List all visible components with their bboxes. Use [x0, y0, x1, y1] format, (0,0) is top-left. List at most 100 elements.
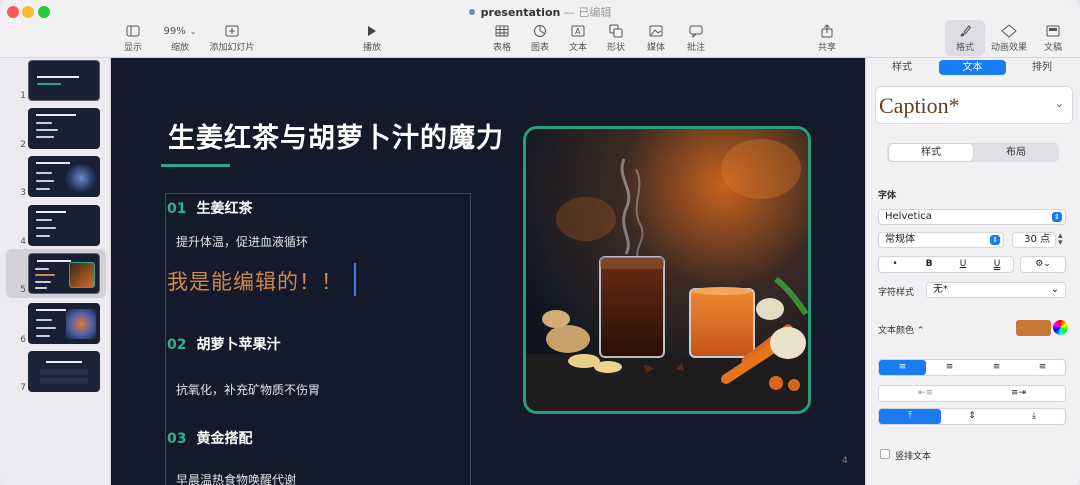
thumbnail-line	[36, 219, 52, 221]
thumbnail-title	[46, 361, 82, 363]
slide-number: 1	[20, 91, 26, 101]
table-button[interactable]: 表格	[490, 22, 514, 53]
align-bottom-icon[interactable]: ⤓	[1003, 409, 1065, 424]
animate-button[interactable]: 动画效果	[988, 22, 1030, 53]
text-options-button[interactable]: ⚙⌄	[1020, 256, 1066, 273]
thumbnail-title	[36, 309, 66, 311]
slide-thumbnail[interactable]	[28, 156, 100, 197]
share-label: 共享	[817, 43, 836, 53]
bold-button[interactable]: B	[913, 257, 945, 272]
add-slide-label: 添加幻灯片	[209, 43, 255, 53]
font-style-select[interactable]: 常规体 ⇕	[878, 232, 1004, 248]
thumbnail-line	[35, 281, 51, 283]
vertical-text-checkbox[interactable]	[880, 449, 890, 459]
table-icon	[490, 22, 514, 40]
tea-juice-photo[interactable]	[523, 126, 811, 414]
add-slide-button[interactable]: 添加幻灯片	[207, 22, 257, 53]
photo-illustration	[526, 129, 808, 411]
document-panel-icon	[1040, 22, 1066, 40]
tab-style[interactable]: 样式	[874, 60, 930, 75]
share-button[interactable]: 共享	[815, 22, 839, 53]
zoom-value: 99% ⌄	[163, 25, 197, 37]
alignment-buttons: ≡ ≡ ≡ ≡	[878, 359, 1066, 376]
slide-number: 6	[20, 335, 26, 345]
shape-button[interactable]: 形状	[604, 22, 628, 53]
thumbnail-line	[35, 274, 55, 276]
font-size-field[interactable]: 30 点	[1012, 232, 1056, 248]
slide-thumbnail[interactable]	[28, 60, 100, 101]
increase-indent-icon[interactable]: ≡⇥	[972, 386, 1065, 401]
font-size-stepper[interactable]: ▴ ▾	[1058, 232, 1063, 248]
chevron-updown-icon: ⇕	[1052, 212, 1062, 222]
font-family-value: Helvetica	[885, 211, 932, 222]
slide-thumbnail[interactable]	[28, 205, 100, 246]
zoom-dropdown[interactable]: 99% ⌄ 缩放	[160, 22, 200, 54]
media-button[interactable]: 媒体	[644, 22, 668, 53]
font-style-value: 常规体	[885, 234, 915, 245]
thumbnail-image	[69, 262, 95, 288]
underline-button[interactable]: U	[947, 257, 979, 272]
subtab-style[interactable]: 样式	[889, 144, 973, 161]
comment-button[interactable]: 批注	[684, 22, 708, 53]
play-button[interactable]: 播放	[358, 22, 386, 53]
font-family-select[interactable]: Helvetica ⇕	[878, 209, 1066, 225]
tab-arrange[interactable]: 排列	[1014, 60, 1070, 75]
align-top-icon[interactable]: ⤒	[879, 409, 941, 424]
bullet-button[interactable]: •	[879, 257, 911, 272]
chart-button[interactable]: 图表	[528, 22, 552, 53]
chevron-down-icon: ⌄	[1050, 284, 1059, 295]
document-button[interactable]: 文稿	[1040, 22, 1066, 53]
view-button[interactable]: 显示	[119, 22, 147, 53]
chevron-down-icon: ⌄	[189, 26, 197, 36]
subtab-layout[interactable]: 布局	[975, 144, 1057, 161]
color-wheel-icon[interactable]	[1053, 320, 1068, 335]
decrease-indent-icon[interactable]: ⇤≡	[879, 386, 972, 401]
thumbnail-title	[36, 211, 66, 213]
slide-thumbnail[interactable]	[28, 108, 100, 149]
slide-thumbnail[interactable]	[28, 351, 100, 392]
align-center-icon[interactable]: ≡	[926, 360, 973, 375]
text-button[interactable]: A 文本	[566, 22, 590, 53]
double-underline-button[interactable]: U	[981, 257, 1013, 272]
thumbnail-line	[36, 188, 50, 190]
thumbnail-line	[36, 227, 56, 229]
animate-label: 动画效果	[990, 43, 1027, 53]
thumbnail-line	[36, 172, 52, 174]
text-color-swatch[interactable]	[1016, 320, 1051, 336]
play-label: 播放	[362, 43, 381, 53]
toolbar: presentation — 已编辑 显示 99% ⌄ 缩放 添加幻灯片 播放 表…	[0, 0, 1080, 58]
section-heading: 02 胡萝卜苹果汁	[167, 337, 281, 353]
editable-text[interactable]: 我是能编辑的！！	[167, 266, 343, 296]
slide-thumbnail[interactable]	[28, 303, 100, 344]
align-middle-icon[interactable]: ⇕	[941, 409, 1003, 424]
slide-canvas[interactable]: 生姜红茶与胡萝卜汁的魔力 01 生姜红茶 提升体温，促进血液循环 我是能编辑的！！…	[111, 58, 865, 485]
justify-icon[interactable]: ≡	[1020, 360, 1065, 375]
chart-label: 图表	[530, 43, 549, 53]
page-number: 4	[842, 456, 848, 466]
edited-status: 已编辑	[578, 6, 612, 19]
thumbnail-line	[36, 180, 54, 182]
view-label: 显示	[123, 43, 142, 53]
thumbnail-image	[66, 164, 96, 192]
section-heading: 03 黄金搭配	[167, 431, 253, 447]
chevron-updown-icon: ⇕	[990, 235, 1000, 245]
slide-thumbnail-selected[interactable]	[28, 253, 100, 294]
text-label: 文本	[568, 43, 587, 53]
slide-title[interactable]: 生姜红茶与胡萝卜汁的魔力	[168, 116, 504, 155]
format-button[interactable]: 格式	[945, 20, 985, 56]
zoom-label: 缩放	[170, 43, 189, 53]
paragraph-style-value: Caption*	[879, 93, 960, 118]
thumbnail-title	[37, 76, 79, 78]
thumbnail-title	[37, 260, 71, 262]
align-right-icon[interactable]: ≡	[973, 360, 1020, 375]
shape-icon	[604, 22, 628, 40]
paragraph-style-picker[interactable]: Caption* ⌄	[875, 86, 1073, 124]
format-panel: 样式 文本 排列 Caption* ⌄ 样式 布局 字体 Helvetica ⇕…	[865, 58, 1080, 485]
window-title: presentation — 已编辑	[0, 4, 1080, 20]
char-style-select[interactable]: 无* ⌄	[926, 282, 1066, 298]
document-icon	[468, 9, 475, 15]
tab-text[interactable]: 文本	[939, 60, 1006, 75]
document-label: 文稿	[1043, 43, 1062, 53]
align-left-icon[interactable]: ≡	[879, 360, 926, 375]
slide-number: 5	[20, 285, 26, 295]
